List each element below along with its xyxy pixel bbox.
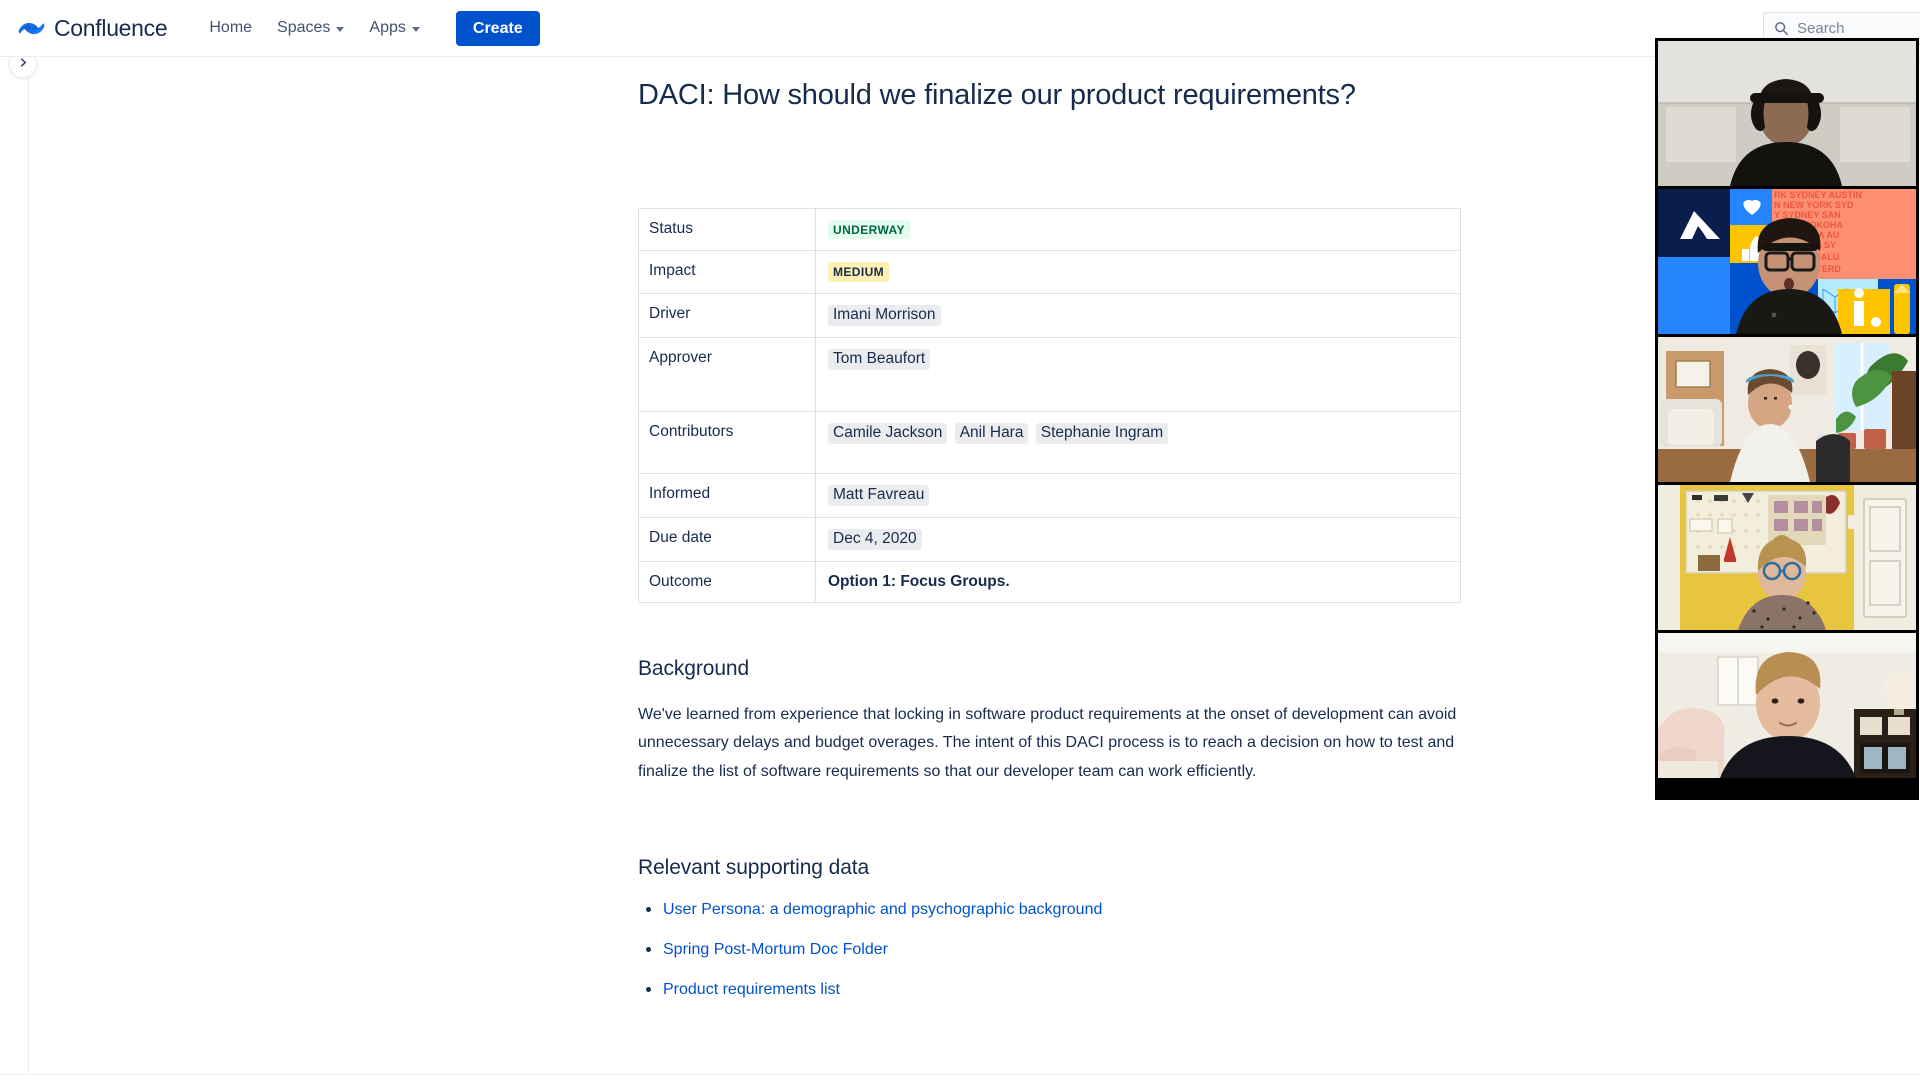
- impact-badge: MEDIUM: [828, 262, 890, 282]
- supporting-data-link-list: User Persona: a demographic and psychogr…: [638, 898, 1466, 1002]
- row-label-informed: Informed: [638, 472, 816, 518]
- participant-tile-1[interactable]: [1658, 41, 1916, 186]
- bottom-edge-strip: [0, 1074, 1920, 1080]
- row-value-impact[interactable]: MEDIUM: [815, 250, 1461, 294]
- page-content-area: DACI: How should we finalize our product…: [30, 57, 1920, 1080]
- nav-item-spaces-label: Spaces: [277, 19, 331, 36]
- daci-decision-table: Status UNDERWAY Impact MEDIUM Driver Ima…: [638, 208, 1461, 603]
- svg-text:Y SYDNEY SAN: Y SYDNEY SAN: [1774, 210, 1841, 220]
- list-item: User Persona: a demographic and psychogr…: [638, 898, 1466, 922]
- search-input[interactable]: [1797, 20, 1920, 37]
- background-paragraph: We've learned from experience that locki…: [638, 705, 1457, 780]
- user-mention[interactable]: Matt Favreau: [828, 484, 930, 506]
- chevron-right-icon: [18, 55, 29, 73]
- nav-item-home-label: Home: [209, 19, 253, 36]
- supporting-link-user-persona[interactable]: User Persona: a demographic and psychogr…: [663, 901, 1102, 918]
- list-item: Spring Post-Mortum Doc Folder: [638, 938, 1466, 962]
- table-row-approver: Approver Tom Beaufort: [638, 336, 1461, 412]
- chevron-down-icon: [411, 26, 420, 32]
- row-label-impact: Impact: [638, 250, 816, 294]
- section-heading-supporting-data: Relevant supporting data: [638, 856, 870, 880]
- row-label-driver: Driver: [638, 292, 816, 338]
- status-badge: UNDERWAY: [828, 220, 910, 240]
- nav-item-spaces[interactable]: Spaces: [266, 12, 355, 44]
- table-row-due-date: Due date Dec 4, 2020: [638, 516, 1461, 562]
- video-call-panel[interactable]: RK SYDNEY AUSTIN N NEW YORK SYD Y SYDNEY…: [1655, 38, 1919, 800]
- nav-item-home[interactable]: Home: [198, 12, 263, 44]
- table-row-driver: Driver Imani Morrison: [638, 292, 1461, 338]
- participant-tile-3[interactable]: [1658, 337, 1916, 482]
- user-mention[interactable]: Tom Beaufort: [828, 348, 931, 370]
- supporting-link-product-requirements[interactable]: Product requirements list: [663, 981, 840, 998]
- row-value-outcome[interactable]: Option 1: Focus Groups.: [815, 560, 1461, 603]
- participant-tile-5[interactable]: [1658, 633, 1916, 778]
- brand-name-label: Confluence: [54, 14, 168, 41]
- page-title: DACI: How should we finalize our product…: [638, 79, 1356, 111]
- collapsed-sidebar-rail: [0, 57, 29, 1080]
- row-label-contributors: Contributors: [638, 410, 816, 474]
- svg-text:N NEW YORK SYD: N NEW YORK SYD: [1774, 200, 1854, 210]
- supporting-link-post-mortum-folder[interactable]: Spring Post-Mortum Doc Folder: [663, 941, 888, 958]
- top-navigation-bar: Confluence Home Spaces Apps Create: [0, 0, 1920, 57]
- user-mention[interactable]: Camile Jackson: [828, 422, 948, 444]
- user-mention[interactable]: Imani Morrison: [828, 304, 941, 326]
- create-button[interactable]: Create: [455, 10, 540, 46]
- chevron-down-icon: [336, 26, 345, 32]
- user-mention[interactable]: Stephanie Ingram: [1035, 422, 1169, 444]
- primary-nav-items: Home Spaces Apps: [198, 0, 431, 56]
- participant-tile-4[interactable]: [1658, 485, 1916, 630]
- table-row-status: Status UNDERWAY: [638, 208, 1461, 252]
- confluence-brand-home-link[interactable]: Confluence: [18, 0, 168, 56]
- participant-tile-2[interactable]: RK SYDNEY AUSTIN N NEW YORK SYD Y SYDNEY…: [1658, 189, 1916, 334]
- row-value-approver[interactable]: Tom Beaufort: [815, 336, 1461, 412]
- row-value-informed[interactable]: Matt Favreau: [815, 472, 1461, 518]
- row-label-due-date: Due date: [638, 516, 816, 562]
- list-item: Product requirements list: [638, 978, 1466, 1002]
- row-value-driver[interactable]: Imani Morrison: [815, 292, 1461, 338]
- due-date-chip[interactable]: Dec 4, 2020: [828, 528, 922, 550]
- table-row-contributors: Contributors Camile Jackson Anil Hara St…: [638, 410, 1461, 474]
- table-row-outcome: Outcome Option 1: Focus Groups.: [638, 560, 1461, 603]
- table-row-impact: Impact MEDIUM: [638, 250, 1461, 294]
- user-mention[interactable]: Anil Hara: [954, 422, 1029, 444]
- outcome-text: Option 1: Focus Groups.: [828, 572, 1010, 590]
- section-heading-background: Background: [638, 656, 750, 680]
- confluence-logo-icon: [18, 15, 45, 42]
- search-icon: [1774, 21, 1789, 36]
- table-row-informed: Informed Matt Favreau: [638, 472, 1461, 518]
- document-body: DACI: How should we finalize our product…: [638, 57, 1466, 1018]
- row-label-status: Status: [638, 208, 816, 252]
- nav-item-apps-label: Apps: [369, 19, 406, 36]
- row-value-due-date[interactable]: Dec 4, 2020: [815, 516, 1461, 562]
- row-value-contributors[interactable]: Camile Jackson Anil Hara Stephanie Ingra…: [815, 410, 1461, 474]
- nav-item-apps[interactable]: Apps: [358, 12, 430, 44]
- svg-text:RK SYDNEY AUSTIN: RK SYDNEY AUSTIN: [1774, 190, 1862, 200]
- row-label-outcome: Outcome: [638, 560, 816, 603]
- row-label-approver: Approver: [638, 336, 816, 412]
- row-value-status[interactable]: UNDERWAY: [815, 208, 1461, 252]
